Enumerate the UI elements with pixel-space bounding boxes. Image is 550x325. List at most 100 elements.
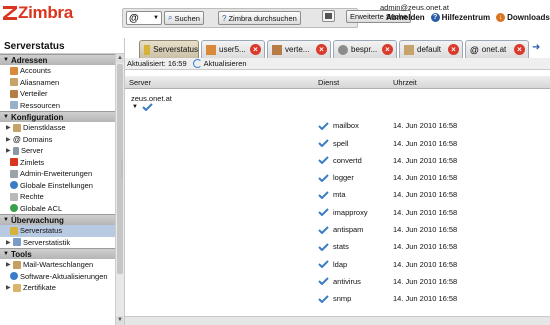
service-name: mta bbox=[333, 190, 346, 200]
section-konfiguration[interactable]: ▼ Konfiguration bbox=[0, 111, 116, 122]
tab-besprechung[interactable]: bespr... × bbox=[333, 40, 397, 58]
at-icon: @ bbox=[470, 44, 479, 55]
downloads-link[interactable]: ↓ Downloads bbox=[496, 13, 550, 22]
close-icon[interactable]: × bbox=[316, 44, 327, 55]
nav-item-domains[interactable]: ▶ @ Domains bbox=[0, 134, 116, 146]
nav-label: Dienstklasse bbox=[23, 123, 66, 133]
cos-icon bbox=[13, 123, 21, 132]
scroll-down-icon[interactable]: ▼ bbox=[116, 316, 124, 325]
server-status-row[interactable]: ▼ bbox=[132, 103, 153, 111]
nav-label: Zertifikate bbox=[23, 283, 56, 293]
check-icon bbox=[318, 295, 329, 303]
alias-icon bbox=[10, 78, 18, 87]
nav-item-server-statistics[interactable]: ▶ Serverstatistik bbox=[0, 237, 116, 249]
nav-item-servers[interactable]: ▶ Server bbox=[0, 145, 116, 157]
expand-icon[interactable]: ▶ bbox=[6, 124, 11, 131]
nav-item-software-updates[interactable]: Software-Aktualisierungen bbox=[0, 271, 116, 283]
tab-serverstatus[interactable]: Serverstatus bbox=[139, 40, 199, 58]
save-search-button[interactable] bbox=[322, 10, 335, 22]
service-row[interactable]: spell 14. Jun 2010 16:58 bbox=[318, 134, 550, 152]
tab-verteiler[interactable]: verte... × bbox=[267, 40, 331, 58]
section-ueberwachung[interactable]: ▼ Überwachung bbox=[0, 214, 116, 225]
close-icon[interactable]: × bbox=[514, 44, 525, 55]
service-row[interactable]: antivirus 14. Jun 2010 16:58 bbox=[318, 273, 550, 291]
service-row[interactable]: convertd 14. Jun 2010 16:58 bbox=[318, 152, 550, 170]
logout-link[interactable]: Abmelden bbox=[386, 13, 425, 22]
section-adressen[interactable]: ▼ Adressen bbox=[0, 54, 116, 65]
server-status-icon bbox=[10, 226, 18, 235]
nav-label: Ressourcen bbox=[20, 100, 61, 110]
check-icon bbox=[318, 277, 329, 286]
scroll-up-icon[interactable]: ▲ bbox=[116, 54, 124, 63]
service-row[interactable]: imapproxy 14. Jun 2010 16:58 bbox=[318, 204, 550, 222]
service-row[interactable]: stats 14. Jun 2010 16:58 bbox=[318, 238, 550, 256]
nav-item-accounts[interactable]: Accounts bbox=[0, 65, 116, 77]
expand-icon[interactable]: ▶ bbox=[6, 239, 11, 246]
cos-icon bbox=[404, 44, 414, 55]
check-icon bbox=[318, 260, 329, 269]
nav-item-resources[interactable]: Ressourcen bbox=[0, 100, 116, 112]
expand-icon[interactable]: ▶ bbox=[6, 261, 11, 268]
expand-icon[interactable]: ▶ bbox=[6, 147, 11, 154]
close-icon[interactable]: × bbox=[448, 44, 459, 55]
nav-item-admin-extensions[interactable]: Admin-Erweiterungen bbox=[0, 168, 116, 180]
help-center-label: Hilfezentrum bbox=[441, 13, 491, 22]
search-button[interactable]: ⌕ Suchen bbox=[164, 11, 204, 25]
service-row[interactable]: ldap 14. Jun 2010 16:58 bbox=[318, 255, 550, 273]
nav-item-cos[interactable]: ▶ Dienstklasse bbox=[0, 122, 116, 134]
section-label: Konfiguration bbox=[10, 112, 64, 122]
check-icon bbox=[318, 225, 329, 234]
top-bar: Zimbra @ ▼ ⌕ Suchen ? Zimbra durchsuchen… bbox=[0, 0, 550, 38]
nav-item-lists[interactable]: Verteiler bbox=[0, 88, 116, 100]
close-icon[interactable]: × bbox=[250, 44, 261, 55]
check-icon bbox=[318, 243, 329, 251]
nav-item-global-acl[interactable]: Globale ACL bbox=[0, 203, 116, 215]
check-icon bbox=[318, 173, 329, 182]
nav-scrollbar[interactable]: ▲ ▼ bbox=[115, 54, 124, 325]
tab-default[interactable]: default × bbox=[399, 40, 463, 58]
horizontal-scrollbar[interactable] bbox=[125, 316, 550, 325]
check-icon bbox=[318, 139, 329, 148]
section-tools[interactable]: ▼ Tools bbox=[0, 248, 116, 259]
service-time: 14. Jun 2010 16:58 bbox=[393, 190, 458, 200]
tab-label: user5... bbox=[219, 45, 246, 54]
tab-user[interactable]: user5... × bbox=[201, 40, 265, 58]
column-service[interactable]: Dienst bbox=[318, 78, 339, 87]
section-label: Adressen bbox=[10, 55, 48, 65]
nav-item-global-settings[interactable]: Globale Einstellungen bbox=[0, 180, 116, 192]
service-row[interactable]: mta 14. Jun 2010 16:58 bbox=[318, 186, 550, 204]
nav-item-zimlets[interactable]: Zimlets bbox=[0, 157, 116, 169]
tab-strip: Serverstatus user5... × verte... × bespr… bbox=[125, 38, 550, 59]
close-icon[interactable]: × bbox=[382, 44, 393, 55]
tab-scroll-arrow-icon[interactable]: ➜ bbox=[532, 42, 540, 53]
nav-item-server-status[interactable]: Serverstatus bbox=[0, 225, 116, 237]
service-name: antivirus bbox=[333, 276, 361, 286]
service-row[interactable]: snmp 14. Jun 2010 16:58 bbox=[318, 290, 550, 308]
nav-item-aliases[interactable]: Aliasnamen bbox=[0, 77, 116, 89]
nav-label: Rechte bbox=[20, 192, 44, 202]
zimbra-logo[interactable]: Zimbra bbox=[3, 4, 73, 21]
nav-item-certificates[interactable]: ▶ Zertifikate bbox=[0, 282, 116, 294]
search-type-select[interactable]: @ ▼ bbox=[126, 11, 162, 25]
expand-icon[interactable]: ▶ bbox=[6, 284, 11, 291]
nav-item-rights[interactable]: Rechte bbox=[0, 191, 116, 203]
service-row[interactable]: mailbox 14. Jun 2010 16:58 bbox=[318, 117, 550, 135]
tab-label: onet.at bbox=[481, 45, 507, 54]
account-icon bbox=[10, 66, 18, 75]
service-row[interactable]: logger 14. Jun 2010 16:58 bbox=[318, 169, 550, 187]
tab-domain[interactable]: @ onet.at × bbox=[465, 40, 529, 58]
service-time: 14. Jun 2010 16:58 bbox=[393, 242, 458, 252]
expand-icon[interactable]: ▶ bbox=[6, 136, 11, 143]
zimbra-search-button[interactable]: ? Zimbra durchsuchen bbox=[218, 11, 301, 25]
column-server[interactable]: Server bbox=[129, 78, 151, 87]
at-icon: @ bbox=[13, 134, 21, 144]
nav-label: Globale ACL bbox=[20, 203, 63, 213]
search-type-value: @ bbox=[129, 12, 139, 24]
update-icon bbox=[10, 272, 18, 281]
help-center-link[interactable]: ? Hilfezentrum bbox=[430, 13, 491, 22]
refresh-button[interactable]: Aktualisieren bbox=[192, 59, 247, 68]
service-row[interactable]: antispam 14. Jun 2010 16:58 bbox=[318, 221, 550, 239]
nav-item-mail-queues[interactable]: ▶ Mail-Warteschlangen bbox=[0, 259, 116, 271]
collapse-icon[interactable]: ▼ bbox=[132, 104, 138, 110]
column-time[interactable]: Uhrzeit bbox=[393, 78, 417, 87]
